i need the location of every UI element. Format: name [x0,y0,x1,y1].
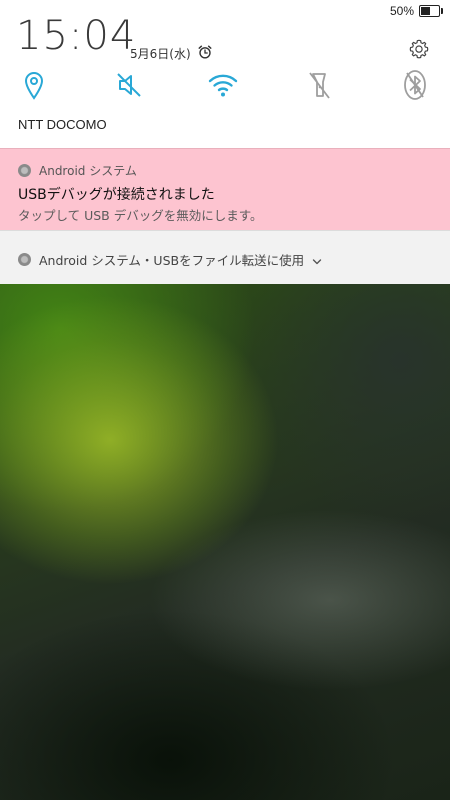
clock: 15:04 [16,13,137,59]
wifi-tile[interactable] [206,70,240,104]
bluetooth-off-icon [402,69,428,105]
notification-app-name: Android システム [39,164,137,178]
battery-icon [419,5,443,17]
battery-level-fill [421,7,430,15]
location-tile[interactable] [17,70,51,104]
notification-summary-row: Android システム・USBをファイル転送に使用 [18,250,322,269]
android-system-icon [18,164,31,177]
flashlight-tile[interactable] [302,70,336,104]
quick-settings-panel: 50% 15:04 5月6日(水) NTT DOCOMO [0,0,450,148]
location-pin-icon [23,70,45,104]
notification-summary: Android システム・USBをファイル転送に使用 [39,253,305,268]
notification-text: タップして USB デバッグを無効にします。 [18,208,263,223]
usb-file-transfer-notification[interactable]: Android システム・USBをファイル転送に使用 [0,230,450,284]
sound-tile[interactable] [112,70,146,104]
carrier-name: NTT DOCOMO [18,117,107,132]
date[interactable]: 5月6日(水) [130,45,191,62]
gear-icon[interactable] [408,38,430,60]
quick-settings-row [0,70,450,106]
notification-header: Android システム [18,162,137,179]
battery-percentage: 50% [389,4,414,18]
wifi-icon [208,72,238,102]
flashlight-off-icon [306,70,332,104]
usb-debug-notification[interactable]: Android システム USBデバッグが接続されました タップして USB デ… [0,148,450,231]
bluetooth-tile[interactable] [398,70,432,104]
chevron-down-icon[interactable] [312,255,322,265]
alarm-clock-icon[interactable] [198,44,212,59]
notification-title: USBデバッグが接続されました [18,187,215,203]
android-system-icon [18,253,31,266]
status-bar: 50% [389,4,443,18]
muted-speaker-icon [115,71,143,103]
